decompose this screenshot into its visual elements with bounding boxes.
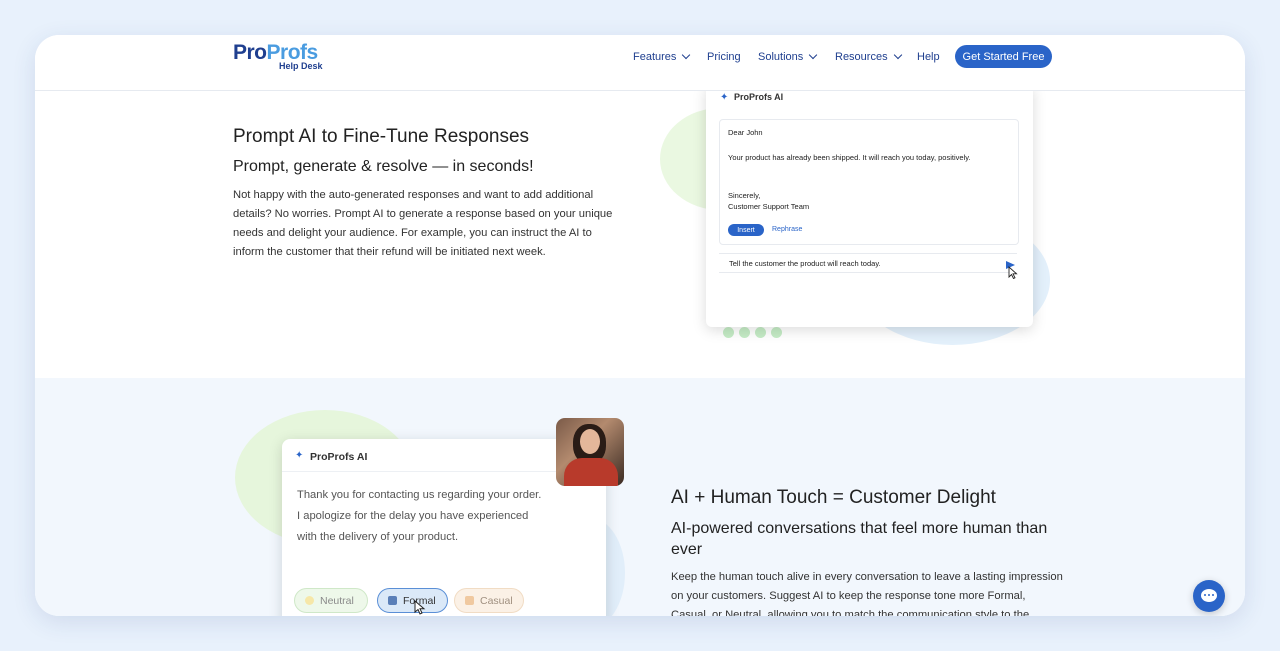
person-casual-icon bbox=[465, 596, 474, 605]
section1-title: Prompt AI to Fine-Tune Responses bbox=[233, 126, 530, 147]
page-frame: ProProfs Help Desk Features Pricing Solu… bbox=[35, 35, 1245, 616]
tone-message: Thank you for contacting us regarding yo… bbox=[297, 489, 542, 543]
support-agent-avatar bbox=[556, 418, 624, 486]
tone-chip-label: Casual bbox=[480, 594, 513, 607]
chevron-down-icon bbox=[809, 50, 818, 60]
nav-features-label: Features bbox=[633, 51, 677, 63]
avatar-face bbox=[580, 429, 600, 454]
prompt-text: Tell the customer the product will reach… bbox=[729, 259, 881, 268]
chevron-down-icon bbox=[682, 50, 691, 60]
site-header: ProProfs Help Desk Features Pricing Solu… bbox=[35, 35, 1245, 91]
ai-response-card: ✦ ProProfs AI Dear John Your product has… bbox=[706, 85, 1033, 327]
decor-dot bbox=[771, 327, 782, 338]
nav-solutions[interactable]: Solutions bbox=[758, 50, 818, 63]
response-greeting: Dear John bbox=[728, 128, 763, 137]
nav-resources-label: Resources bbox=[835, 51, 888, 63]
get-started-button[interactable]: Get Started Free bbox=[955, 45, 1052, 68]
decor-dot bbox=[739, 327, 750, 338]
nav-solutions-label: Solutions bbox=[758, 51, 804, 63]
nav-help-label: Help bbox=[917, 51, 940, 63]
ai-card-title: ProProfs AI bbox=[310, 451, 368, 463]
cursor-icon bbox=[1008, 265, 1018, 280]
response-signoff: Sincerely, bbox=[728, 191, 761, 200]
nav-pricing[interactable]: Pricing bbox=[707, 51, 741, 63]
ai-response-box: Dear John Your product has already been … bbox=[719, 119, 1019, 245]
human-touch-section: ✦ ProProfs AI Thank you for contacting u… bbox=[35, 378, 1245, 616]
tone-chip-label: Neutral bbox=[320, 594, 354, 607]
tone-chip-neutral[interactable]: Neutral bbox=[294, 588, 368, 613]
neutral-face-icon bbox=[305, 596, 314, 605]
section2-body: Keep the human touch alive in every conv… bbox=[671, 571, 1063, 616]
cursor-icon bbox=[414, 599, 426, 615]
avatar-shirt bbox=[564, 458, 618, 486]
sparkle-icon: ✦ bbox=[295, 450, 304, 461]
insert-button[interactable]: Insert bbox=[728, 224, 764, 236]
decor-dot bbox=[755, 327, 766, 338]
chat-bubble-icon bbox=[1201, 589, 1217, 602]
logo-pro: Pro bbox=[233, 41, 267, 64]
chevron-down-icon bbox=[893, 50, 902, 60]
decor-dot bbox=[723, 327, 734, 338]
ai-card-title: ProProfs AI bbox=[734, 92, 784, 102]
ai-prompt-input[interactable]: Tell the customer the product will reach… bbox=[719, 253, 1017, 273]
nav-help[interactable]: Help bbox=[917, 51, 940, 63]
tone-chip-casual[interactable]: Casual bbox=[454, 588, 524, 613]
nav-resources[interactable]: Resources bbox=[835, 50, 902, 63]
section2-subtitle: AI-powered conversations that feel more … bbox=[671, 520, 1048, 558]
section1-subtitle: Prompt, generate & resolve — in seconds! bbox=[233, 158, 534, 175]
chat-widget-button[interactable] bbox=[1193, 580, 1225, 612]
nav-pricing-label: Pricing bbox=[707, 51, 741, 63]
response-signature: Customer Support Team bbox=[728, 202, 810, 211]
tone-chip-formal[interactable]: Formal bbox=[377, 588, 448, 613]
response-message: Your product has already been shipped. I… bbox=[728, 153, 971, 162]
person-formal-icon bbox=[388, 596, 397, 605]
section2-title: AI + Human Touch = Customer Delight bbox=[671, 487, 996, 508]
proprofs-logo[interactable]: ProProfs Help Desk bbox=[233, 41, 323, 71]
section1-body: Not happy with the auto-generated respon… bbox=[233, 189, 613, 258]
nav-features[interactable]: Features bbox=[633, 50, 691, 63]
sparkle-icon: ✦ bbox=[720, 92, 729, 103]
prompt-ai-section: Prompt AI to Fine-Tune Responses Prompt,… bbox=[35, 85, 1245, 378]
rephrase-button[interactable]: Rephrase bbox=[772, 226, 802, 233]
logo-subtitle: Help Desk bbox=[279, 61, 323, 71]
